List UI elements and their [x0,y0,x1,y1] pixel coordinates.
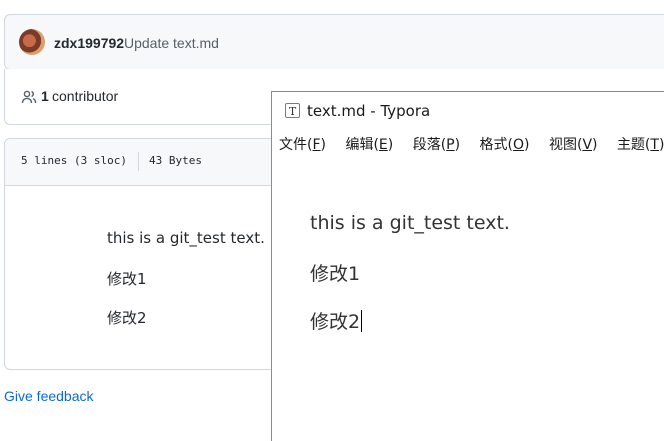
menu-paragraph[interactable]: 段落(P) [413,134,460,154]
typora-window[interactable]: T text.md - Typora 文件(F) 编辑(E) 段落(P) 格式(… [271,91,664,441]
editor-line-3[interactable]: 修改2 [310,307,363,334]
editor-line-2[interactable]: 修改1 [310,259,360,286]
markdown-line-1: this is a git_test text. [107,229,265,247]
editor-line-1[interactable]: this is a git_test text. [310,212,510,234]
latest-commit-bar: zdx199792 Update text.md [4,14,664,70]
give-feedback-link[interactable]: Give feedback [4,388,94,404]
commit-author-link[interactable]: zdx199792 [54,35,124,51]
commit-message-link[interactable]: Update text.md [124,35,219,51]
contributor-count[interactable]: 1 [41,88,49,104]
text-cursor [361,310,363,332]
contributor-label[interactable]: contributor [52,88,118,104]
avatar[interactable] [19,29,45,55]
menu-theme[interactable]: 主题(T) [617,134,664,154]
file-size: 43 Bytes [149,154,202,167]
header-divider [138,152,139,171]
markdown-line-3: 修改2 [107,309,147,327]
menu-bar: 文件(F) 编辑(E) 段落(P) 格式(O) 视图(V) 主题(T) [279,134,664,154]
menu-format[interactable]: 格式(O) [480,134,530,154]
menu-file[interactable]: 文件(F) [279,134,326,154]
typora-app-icon: T [285,103,300,118]
markdown-line-2: 修改1 [107,270,147,288]
editor-line-3-text[interactable]: 修改2 [310,311,360,333]
people-icon [21,90,37,104]
window-title: text.md - Typora [307,102,431,120]
file-lines-count: 5 lines (3 sloc) [21,154,127,167]
menu-view[interactable]: 视图(V) [549,134,598,154]
menu-edit[interactable]: 编辑(E) [345,134,393,154]
